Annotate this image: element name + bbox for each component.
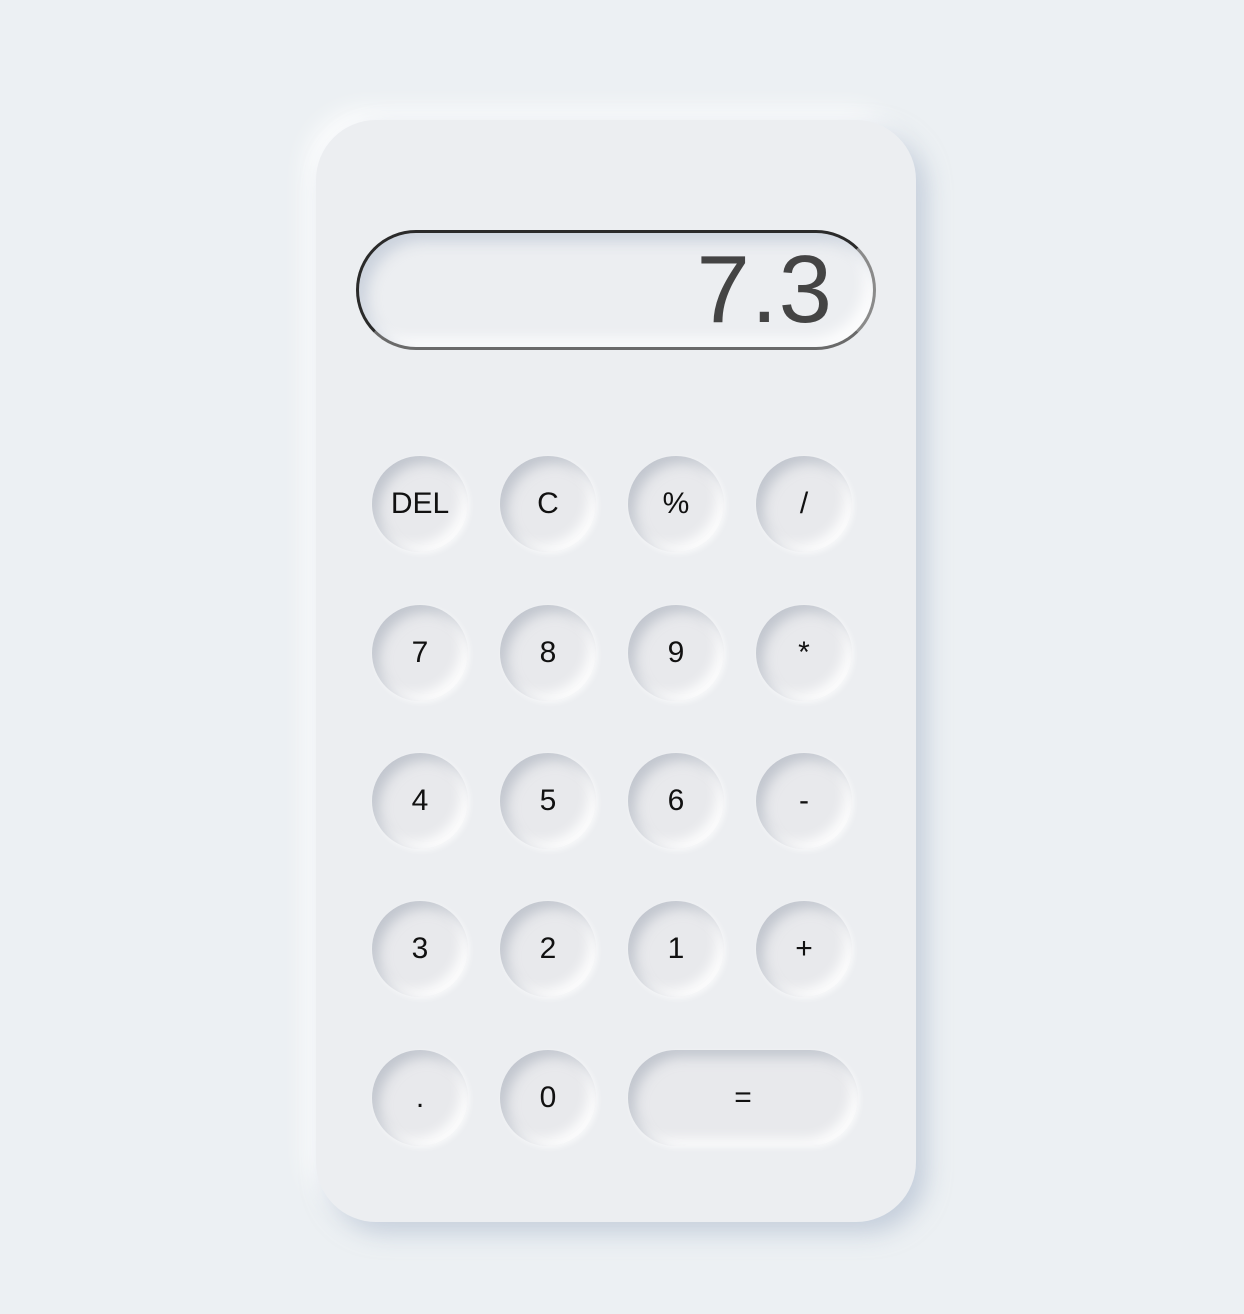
- digit-7-button[interactable]: 7: [372, 605, 468, 701]
- digit-2-button[interactable]: 2: [500, 901, 596, 997]
- display: 7.3: [356, 230, 876, 350]
- digit-3-button[interactable]: 3: [372, 901, 468, 997]
- digit-6-button[interactable]: 6: [628, 753, 724, 849]
- multiply-button[interactable]: *: [756, 605, 852, 701]
- digit-9-button[interactable]: 9: [628, 605, 724, 701]
- add-button[interactable]: +: [756, 901, 852, 997]
- percent-button[interactable]: %: [628, 456, 724, 552]
- divide-button[interactable]: /: [756, 456, 852, 552]
- calculator-body: 7.3 DEL C % / 7 8 9 * 4 5 6 - 3 2 1 + . …: [316, 120, 916, 1222]
- digit-8-button[interactable]: 8: [500, 605, 596, 701]
- subtract-button[interactable]: -: [756, 753, 852, 849]
- page: 7.3 DEL C % / 7 8 9 * 4 5 6 - 3 2 1 + . …: [0, 0, 1244, 1314]
- digit-0-button[interactable]: 0: [500, 1050, 596, 1146]
- clear-button[interactable]: C: [500, 456, 596, 552]
- equals-button[interactable]: =: [628, 1050, 858, 1146]
- decimal-button[interactable]: .: [372, 1050, 468, 1146]
- digit-4-button[interactable]: 4: [372, 753, 468, 849]
- delete-button[interactable]: DEL: [372, 456, 468, 552]
- digit-1-button[interactable]: 1: [628, 901, 724, 997]
- display-value: 7.3: [696, 236, 833, 343]
- digit-5-button[interactable]: 5: [500, 753, 596, 849]
